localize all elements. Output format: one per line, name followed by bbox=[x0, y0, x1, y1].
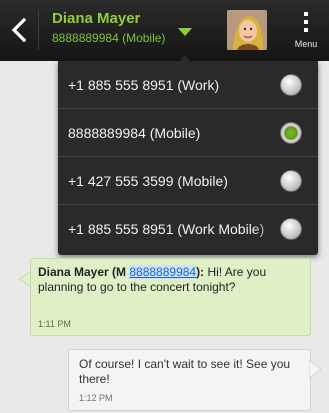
radio-button-selected-icon[interactable] bbox=[280, 122, 302, 144]
incoming-message-text: Diana Mayer (M 8888889984): Hi! Are you … bbox=[38, 265, 306, 295]
header-divider bbox=[38, 10, 39, 50]
number-option[interactable]: +1 885 555 8951 (Work Mobile) bbox=[58, 205, 318, 253]
conversation-header: Diana Mayer 8888889984 (Mobile) Menu bbox=[0, 0, 329, 61]
message-sender-end: ): bbox=[196, 265, 205, 279]
outgoing-message-bubble[interactable]: Of course! I can't wait to see it! See y… bbox=[68, 349, 311, 411]
number-option-label: +1 885 555 8951 (Work Mobile) bbox=[68, 221, 265, 237]
contact-photo-icon bbox=[227, 10, 267, 50]
message-sender: Diana Mayer (M bbox=[38, 265, 130, 279]
back-chevron-icon[interactable] bbox=[6, 15, 32, 45]
radio-button-icon[interactable] bbox=[280, 218, 302, 240]
menu-label: Menu bbox=[294, 39, 318, 49]
number-option-label: +1 427 555 3599 (Mobile) bbox=[68, 173, 228, 189]
contact-avatar[interactable] bbox=[227, 10, 267, 50]
contact-number[interactable]: 8888889984 (Mobile) bbox=[52, 31, 165, 45]
number-option-label: 8888889984 (Mobile) bbox=[68, 125, 201, 141]
message-timestamp: 1:11 PM bbox=[38, 319, 71, 329]
vertical-dots-icon bbox=[304, 12, 308, 32]
radio-button-icon[interactable] bbox=[280, 74, 302, 96]
number-option-label: +1 885 555 8951 (Work) bbox=[68, 77, 220, 93]
menu-button[interactable]: Menu bbox=[287, 8, 325, 54]
radio-button-icon[interactable] bbox=[280, 170, 302, 192]
outgoing-bubble-tail bbox=[309, 360, 321, 378]
popup-caret-icon bbox=[178, 55, 192, 63]
contact-name[interactable]: Diana Mayer bbox=[52, 10, 140, 27]
number-option[interactable]: +1 427 555 3599 (Mobile) bbox=[58, 157, 318, 205]
label-fade bbox=[253, 205, 283, 253]
number-option[interactable]: +1 885 555 8951 (Work) bbox=[58, 61, 318, 109]
message-timestamp: 1:12 PM bbox=[79, 393, 113, 403]
sender-number-link[interactable]: 8888889984 bbox=[129, 265, 197, 279]
incoming-message-bubble[interactable]: Diana Mayer (M 8888889984): Hi! Are you … bbox=[30, 258, 311, 336]
triangle-down-icon[interactable] bbox=[178, 27, 192, 37]
number-option[interactable]: 8888889984 (Mobile) bbox=[58, 109, 318, 157]
outgoing-message-text: Of course! I can't wait to see it! See y… bbox=[79, 357, 291, 386]
number-picker-popup: +1 885 555 8951 (Work) 8888889984 (Mobil… bbox=[58, 61, 318, 255]
